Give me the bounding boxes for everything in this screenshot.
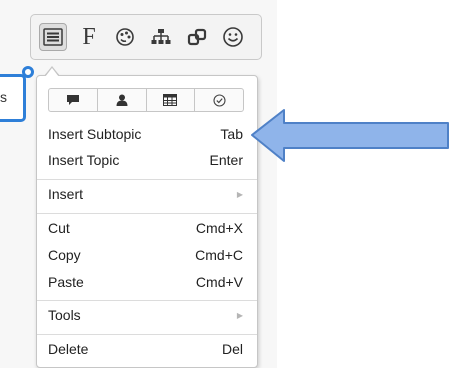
structure-icon	[151, 29, 171, 44]
person-icon	[116, 94, 128, 106]
structure-button[interactable]	[147, 23, 175, 51]
assign-person-button[interactable]	[98, 89, 147, 111]
menu-separator	[37, 300, 257, 301]
menu-item-shortcut: Tab	[220, 126, 243, 142]
quick-actions	[48, 88, 244, 112]
menu-item-tools[interactable]: Tools ▶	[37, 304, 257, 326]
menu-item-cut[interactable]: Cut Cmd+X	[37, 217, 257, 239]
menu-item-label: Insert	[48, 186, 84, 202]
table-icon	[163, 94, 178, 106]
menu-separator	[37, 334, 257, 335]
marker-button[interactable]	[219, 23, 247, 51]
menu-separator	[37, 213, 257, 214]
smiley-icon	[223, 27, 243, 47]
menu-item-insert-subtopic[interactable]: Insert Subtopic Tab	[37, 123, 257, 145]
palette-icon	[116, 28, 134, 46]
menu-item-label: Insert Subtopic	[48, 126, 142, 142]
topic-collapse-handle[interactable]	[22, 66, 34, 78]
menu-item-label: Paste	[48, 274, 84, 290]
menu-item-shortcut: Enter	[209, 152, 243, 168]
comment-icon	[66, 95, 79, 105]
topic-toolbar: F	[30, 14, 262, 60]
menu-item-copy[interactable]: Copy Cmd+C	[37, 244, 257, 266]
submenu-arrow-icon: ▶	[236, 310, 243, 320]
add-note-button[interactable]	[49, 89, 98, 111]
menu-item-label: Cut	[48, 220, 70, 236]
annotation-arrow-icon	[251, 109, 449, 162]
menu-item-label: Tools	[48, 307, 81, 323]
mark-done-button[interactable]	[195, 89, 243, 111]
menu-item-delete[interactable]: Delete Del	[37, 338, 257, 360]
hamburger-menu-icon	[43, 28, 63, 46]
topic-label: s	[0, 89, 7, 105]
check-circle-icon	[213, 93, 226, 107]
font-icon: F	[82, 24, 96, 50]
menu-button[interactable]	[39, 23, 67, 51]
menu-separator	[37, 179, 257, 180]
submenu-arrow-icon: ▶	[236, 189, 243, 199]
menu-item-shortcut: Cmd+V	[195, 274, 243, 290]
menu-item-label: Delete	[48, 341, 89, 357]
menu-item-label: Copy	[48, 247, 81, 263]
menu-item-shortcut: Cmd+C	[195, 247, 243, 263]
menu-item-label: Insert Topic	[48, 152, 120, 168]
style-button[interactable]	[111, 23, 139, 51]
context-menu: Insert Subtopic Tab Insert Topic Enter I…	[36, 75, 258, 368]
relationship-icon	[187, 28, 207, 46]
relationship-button[interactable]	[183, 23, 211, 51]
menu-item-insert-topic[interactable]: Insert Topic Enter	[37, 149, 257, 171]
insert-table-button[interactable]	[147, 89, 196, 111]
menu-item-paste[interactable]: Paste Cmd+V	[37, 271, 257, 293]
menu-item-shortcut: Del	[221, 341, 243, 357]
font-button[interactable]: F	[75, 23, 103, 51]
menu-caret-inner	[45, 68, 59, 77]
menu-item-shortcut: Cmd+X	[195, 220, 243, 236]
menu-item-insert[interactable]: Insert ▶	[37, 183, 257, 205]
